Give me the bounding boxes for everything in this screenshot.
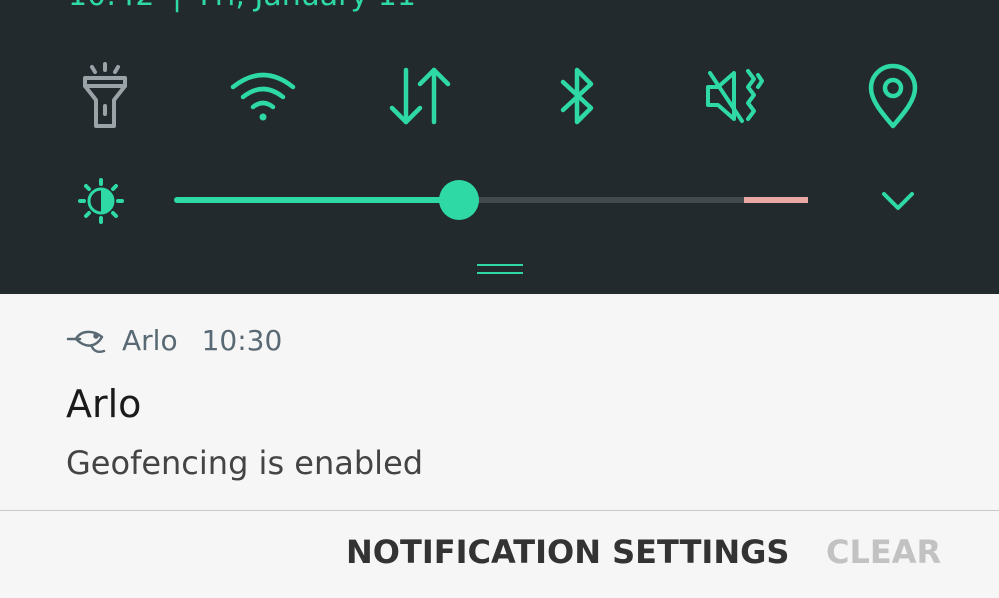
brightness-slider-thumb[interactable]: [439, 180, 479, 220]
mobile-data-tile[interactable]: [378, 60, 462, 132]
data-arrows-icon: [389, 67, 451, 125]
clock: 10:42: [68, 0, 154, 13]
notification-card[interactable]: Arlo 10:30 Arlo Geofencing is enabled: [0, 294, 999, 510]
clear-button[interactable]: CLEAR: [826, 533, 941, 571]
wifi-icon: [230, 72, 296, 121]
location-tile[interactable]: [851, 60, 935, 132]
notification-footer: NOTIFICATION SETTINGS CLEAR: [0, 511, 999, 598]
brightness-slider[interactable]: [174, 180, 808, 220]
drag-handle[interactable]: [477, 264, 523, 276]
brightness-warning-zone: [744, 197, 808, 203]
location-pin-icon: [868, 63, 918, 129]
settings-gear-icon[interactable]: [868, 0, 918, 18]
notification-shade: 10:42 | Fri, January 11: [0, 0, 999, 598]
notification-title: Arlo: [66, 382, 142, 426]
status-bar: 10:42 | Fri, January 11: [68, 0, 416, 13]
notification-time: 10:30: [201, 323, 283, 357]
sound-tile[interactable]: [693, 60, 777, 132]
bluetooth-icon: [560, 67, 594, 125]
brightness-auto-icon[interactable]: [78, 178, 124, 224]
date: Fri, January 11: [200, 0, 416, 13]
quick-settings-panel: 10:42 | Fri, January 11: [0, 0, 999, 294]
notification-text: Geofencing is enabled: [66, 444, 424, 482]
flashlight-icon: [83, 62, 127, 128]
bluetooth-tile[interactable]: [535, 60, 619, 132]
brightness-slider-fill: [174, 197, 459, 203]
notification-app-name: Arlo: [122, 323, 178, 357]
vibrate-icon: [706, 69, 764, 123]
arlo-bird-icon: [66, 330, 106, 354]
chevron-down-icon[interactable]: [878, 184, 918, 216]
brightness-row: [0, 170, 999, 230]
wifi-tile[interactable]: [221, 60, 305, 132]
flashlight-tile[interactable]: [63, 60, 147, 132]
status-separator: |: [172, 0, 182, 13]
notification-header: Arlo 10:30: [66, 320, 282, 360]
notification-settings-button[interactable]: NOTIFICATION SETTINGS: [346, 533, 789, 571]
